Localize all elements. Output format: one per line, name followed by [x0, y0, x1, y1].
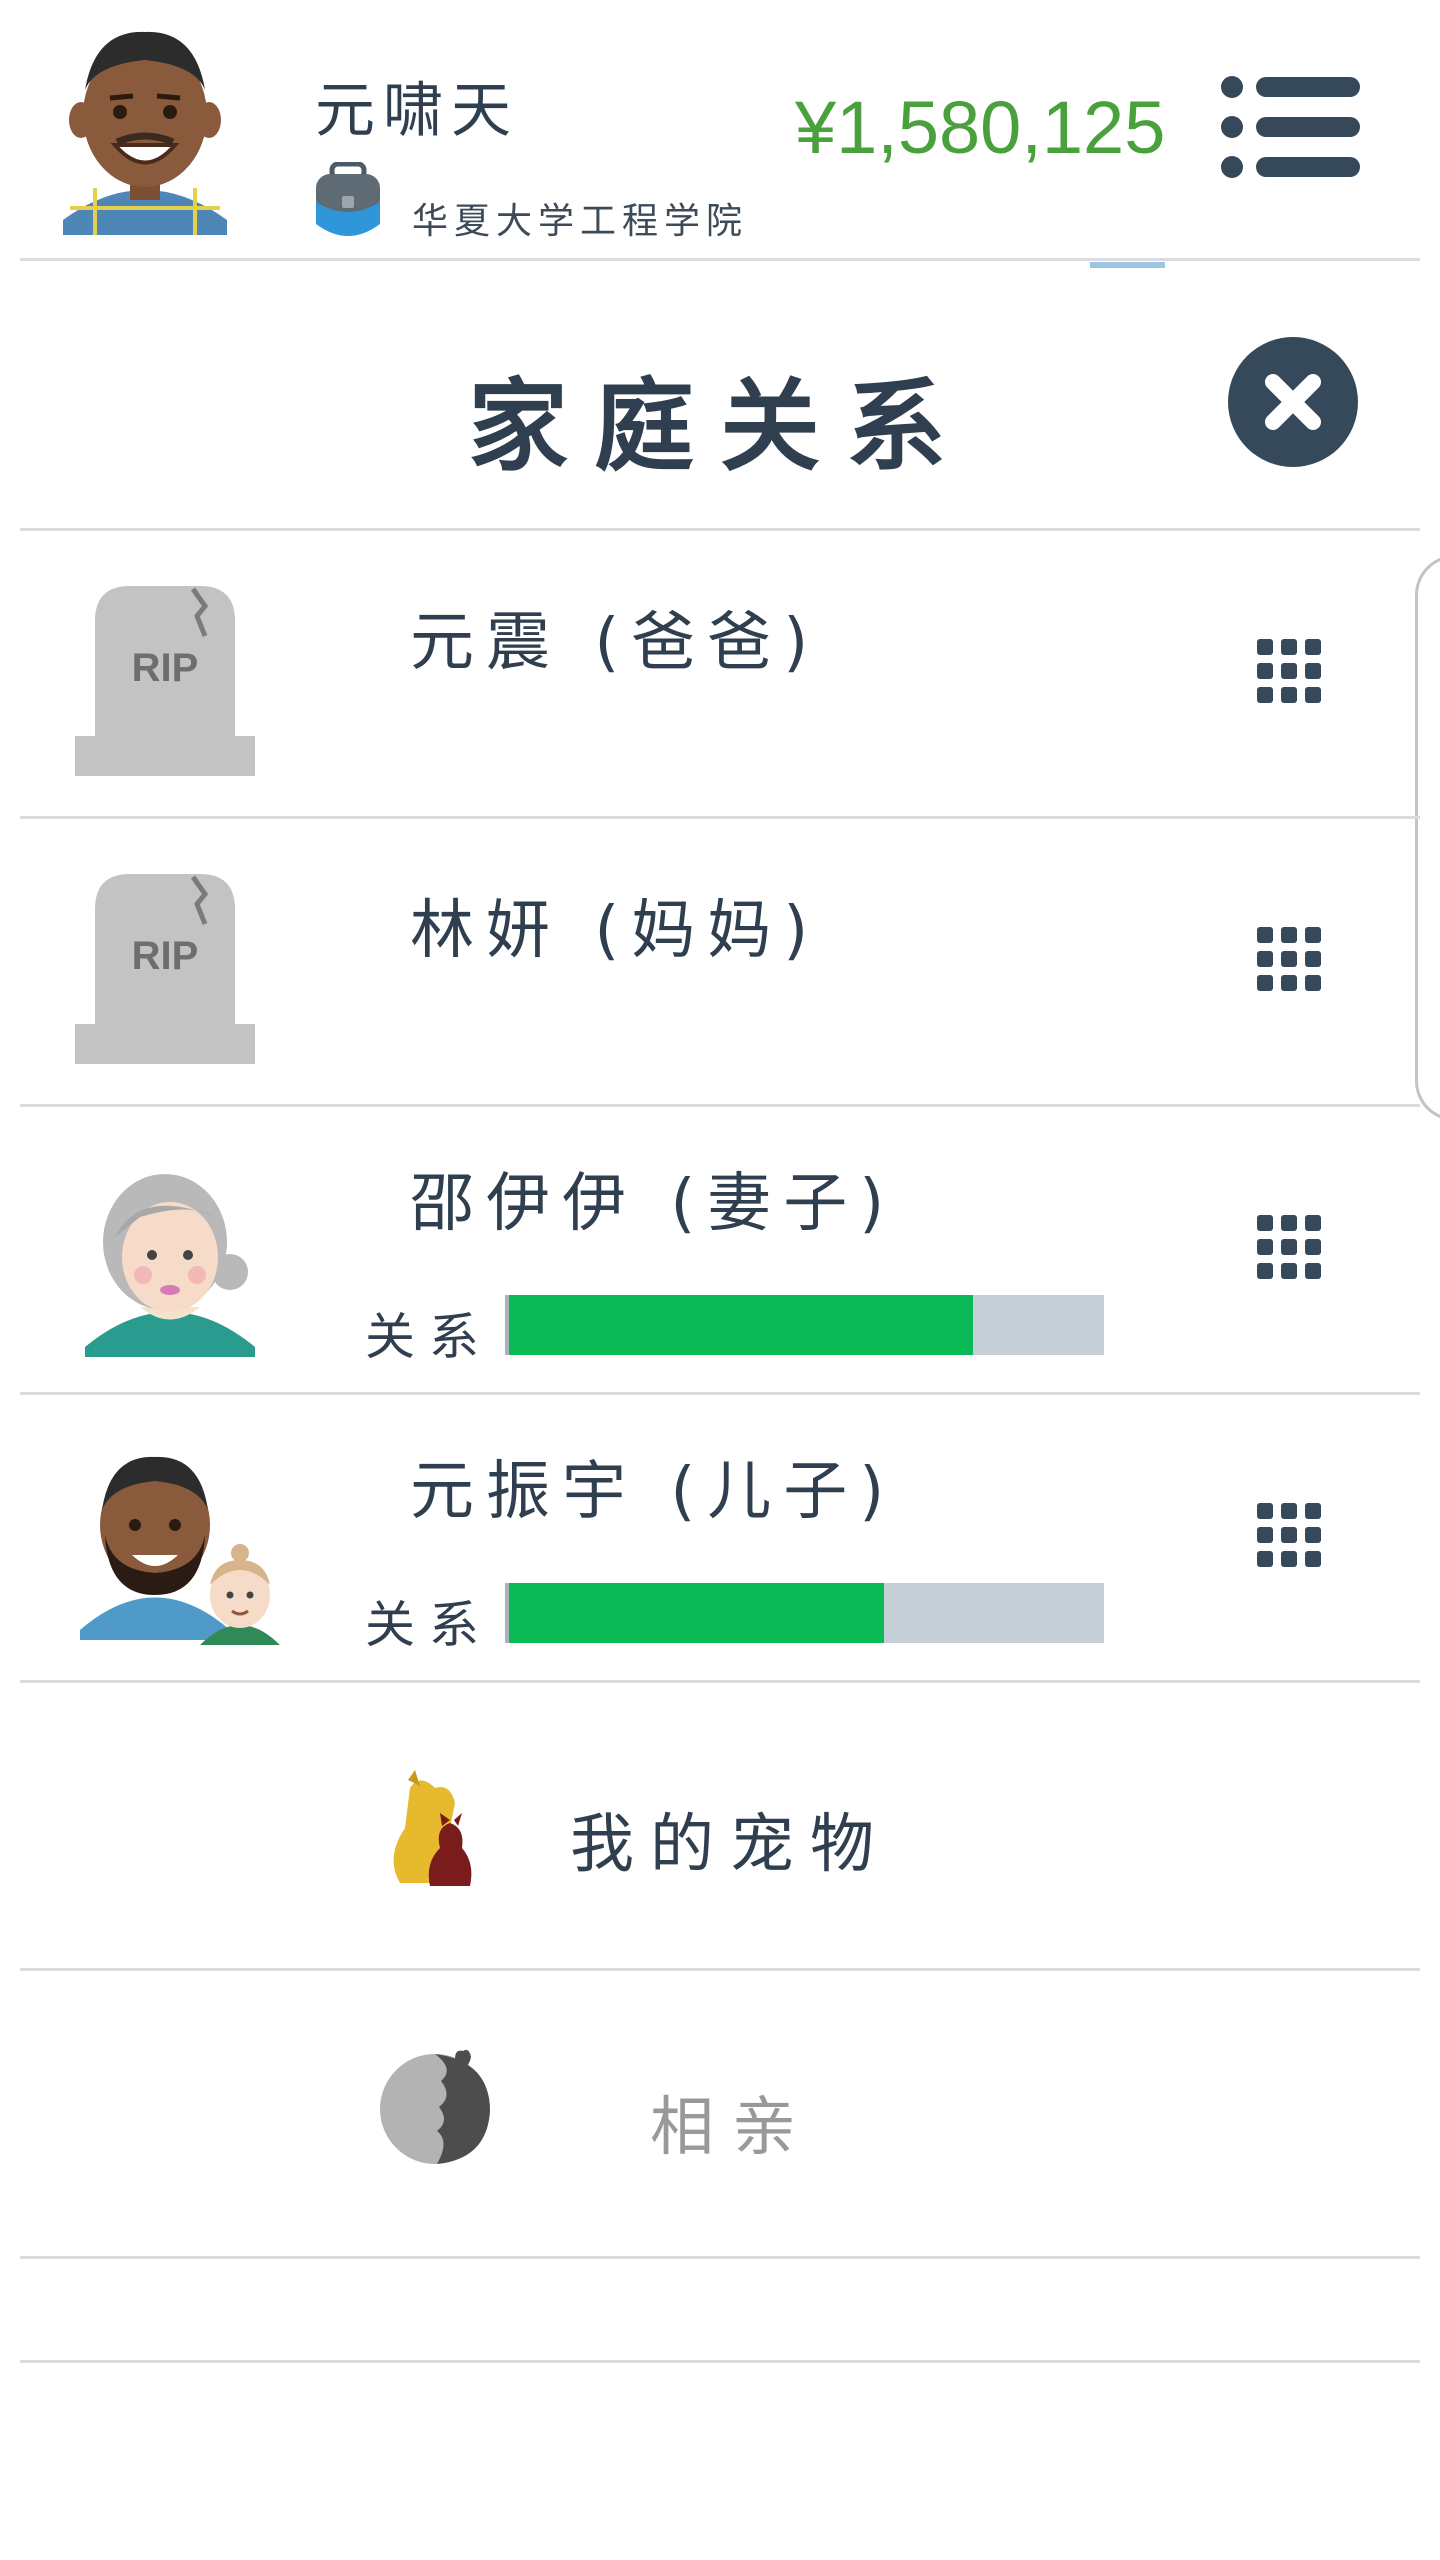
relationship-label: 关系: [365, 1308, 493, 1366]
son-avatar: [80, 1445, 300, 1655]
relative-row-son[interactable]: 元振宇 (儿子) 关系: [20, 1395, 1420, 1680]
relative-row-father[interactable]: RIP 元震 (爸爸): [20, 531, 1420, 816]
relationship-bar: [505, 1583, 1104, 1643]
backpack-icon: [312, 161, 384, 242]
tombstone-label: RIP: [132, 646, 199, 690]
relative-row-mother[interactable]: RIP 林妍 (妈妈): [20, 819, 1420, 1104]
header-divider: [20, 258, 1420, 261]
grid-dots-icon[interactable]: [1257, 927, 1321, 991]
dating-hearts-icon: [375, 2041, 505, 2171]
relative-name: 元震 (爸爸): [410, 606, 821, 680]
close-icon: [1265, 374, 1321, 430]
dating-label: 相亲: [650, 2091, 814, 2165]
relative-name: 元振宇 (儿子): [410, 1455, 897, 1529]
school-name: 华夏大学工程学院: [412, 201, 749, 242]
wife-avatar: [80, 1157, 280, 1367]
dating-button[interactable]: 相亲: [20, 1971, 1420, 2256]
grid-dots-icon[interactable]: [1257, 639, 1321, 703]
player-name: 元啸天: [315, 76, 519, 146]
relationship-bar-fill: [509, 1295, 974, 1355]
list-menu-icon[interactable]: [1220, 75, 1360, 180]
tombstone-label: RIP: [132, 934, 199, 978]
relative-name: 邵伊伊 (妻子): [410, 1167, 897, 1241]
relative-row-wife[interactable]: 邵伊伊 (妻子) 关系: [20, 1107, 1420, 1392]
relationship-label: 关系: [365, 1596, 493, 1654]
tombstone-icon: RIP: [75, 581, 275, 791]
pets-button[interactable]: 我的宠物: [20, 1683, 1420, 1968]
grid-dots-icon[interactable]: [1257, 1215, 1321, 1279]
money-balance: ¥1,580,125: [795, 86, 1166, 169]
relationship-bar: [505, 1295, 1104, 1355]
pets-label: 我的宠物: [570, 1808, 890, 1882]
row-divider: [20, 2256, 1420, 2259]
relationship-bar-fill: [509, 1583, 884, 1643]
tombstone-icon: RIP: [75, 869, 275, 1079]
row-divider: [20, 2360, 1420, 2363]
relative-name: 林妍 (妈妈): [410, 894, 821, 968]
pets-icon: [380, 1768, 490, 1888]
page-title: 家庭关系: [468, 368, 972, 485]
tab-indicator: [1090, 262, 1165, 268]
player-avatar[interactable]: [55, 20, 235, 235]
close-button[interactable]: [1228, 337, 1358, 467]
grid-dots-icon[interactable]: [1257, 1503, 1321, 1567]
